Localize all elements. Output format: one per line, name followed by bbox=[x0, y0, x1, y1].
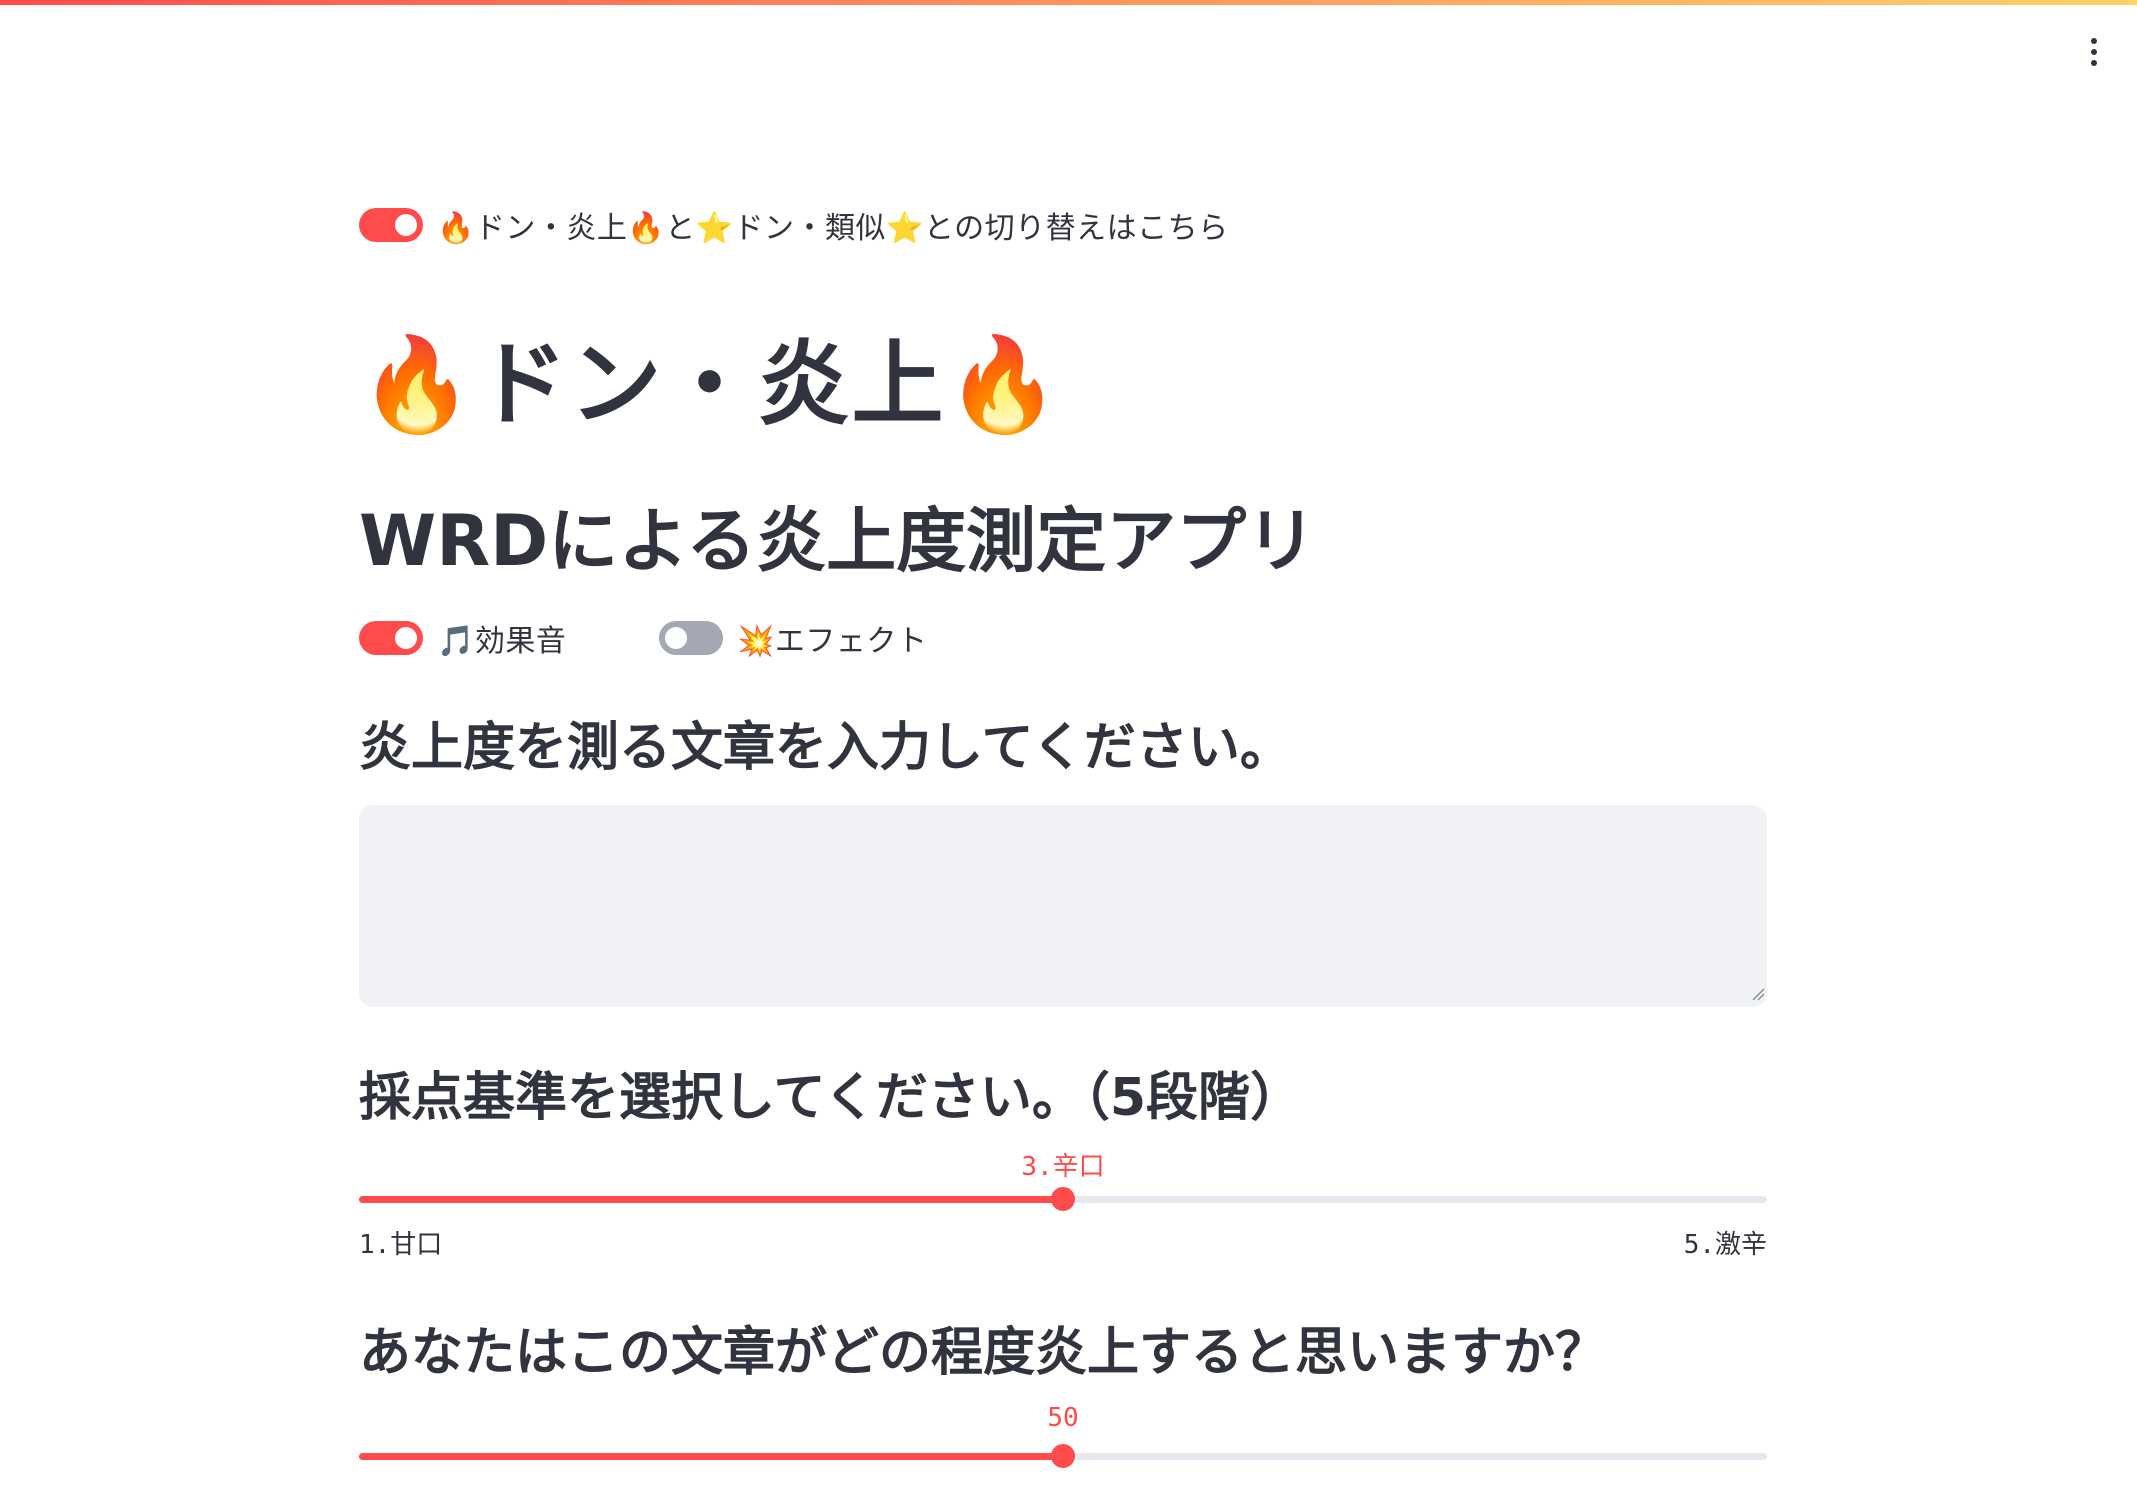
slider-thumb[interactable] bbox=[1051, 1187, 1075, 1211]
resize-grip-icon[interactable] bbox=[1749, 985, 1765, 1001]
top-decoration-bar bbox=[0, 0, 2137, 5]
slider-max-label: 5.激辛 bbox=[1683, 1230, 1767, 1260]
sound-toggle-row: 🎵効果音 bbox=[359, 616, 566, 660]
mode-toggle-row: 🔥ドン・炎上🔥と⭐ドン・類似⭐との切り替えはこちら bbox=[359, 203, 1229, 247]
sound-toggle-label: 🎵効果音 bbox=[437, 624, 567, 659]
page-title: 🔥ドン・炎上🔥 bbox=[359, 331, 1063, 438]
main-menu-button[interactable] bbox=[2072, 30, 2116, 74]
effect-toggle[interactable] bbox=[659, 621, 723, 655]
slider-thumb[interactable] bbox=[1051, 1444, 1075, 1468]
prediction-heading: あなたはこの文章がどの程度炎上すると思いますか？ bbox=[359, 1323, 1608, 1383]
slider-value-label: 3.辛口 bbox=[1021, 1152, 1105, 1182]
slider-value-label: 50 bbox=[1047, 1403, 1079, 1433]
toggle-knob bbox=[395, 214, 417, 236]
page-subtitle: WRDによる炎上度測定アプリ bbox=[359, 500, 1317, 582]
menu-dot-icon bbox=[2091, 49, 2097, 55]
menu-dot-icon bbox=[2091, 38, 2097, 44]
slider-fill bbox=[359, 1453, 1063, 1460]
sound-toggle[interactable] bbox=[359, 621, 423, 655]
mode-toggle-label: 🔥ドン・炎上🔥と⭐ドン・類似⭐との切り替えはこちら bbox=[437, 211, 1229, 246]
toggle-knob bbox=[665, 627, 687, 649]
text-input[interactable] bbox=[359, 805, 1767, 1007]
prediction-slider[interactable]: 50 bbox=[359, 1403, 1767, 1479]
slider-min-label: 1.甘口 bbox=[359, 1230, 443, 1260]
effect-toggle-label: 💥エフェクト bbox=[737, 624, 928, 659]
menu-dot-icon bbox=[2091, 60, 2097, 66]
effect-toggle-row: 💥エフェクト bbox=[659, 616, 927, 660]
criteria-slider[interactable]: 3.辛口 bbox=[359, 1152, 1767, 1222]
toggle-knob bbox=[395, 627, 417, 649]
slider-fill bbox=[359, 1196, 1063, 1203]
mode-toggle[interactable] bbox=[359, 208, 423, 242]
criteria-heading: 採点基準を選択してください。（5段階） bbox=[359, 1068, 1303, 1128]
input-heading: 炎上度を測る文章を入力してください。 bbox=[359, 718, 1292, 778]
